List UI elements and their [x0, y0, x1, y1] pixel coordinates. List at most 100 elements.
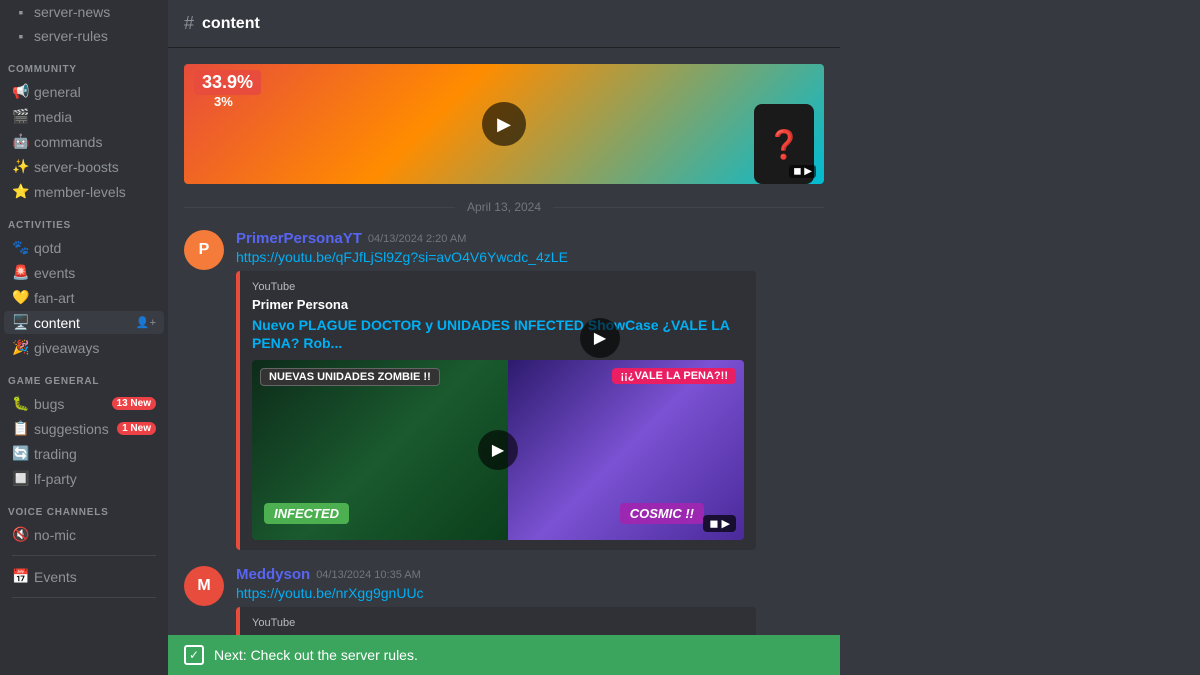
- message-content-meddyson: Meddyson 04/13/2024 10:35 AM https://you…: [236, 566, 824, 635]
- avatar-meddyson: M: [184, 566, 224, 606]
- channel-label: no-mic: [34, 527, 156, 543]
- channel-label: media: [34, 109, 156, 125]
- channel-label: member-levels: [34, 184, 156, 200]
- embed-meddyson: YouTube MeddysonTD I Got The NEW PLAGUE …: [236, 607, 756, 635]
- sidebar-channel-trading[interactable]: 🔄 trading: [4, 442, 164, 465]
- messages-area: 33.9% 3% ❓ ▶ ◼ ▶ April 13, 2024 P Primer…: [168, 48, 840, 635]
- section-voice: VOICE CHANNELS: [0, 491, 168, 522]
- channel-label: commands: [34, 134, 156, 150]
- trading-icon: 🔄: [12, 445, 30, 462]
- message-header-meddyson: Meddyson 04/13/2024 10:35 AM: [236, 566, 824, 583]
- embed-provider-primer: YouTube: [252, 281, 744, 293]
- embed-image-primer: NUEVAS UNIDADES ZOMBIE !! ¡¡¿VALE LA PEN…: [252, 360, 744, 540]
- sidebar-channel-bugs[interactable]: 🐛 bugs 13 New: [4, 392, 164, 415]
- events-bottom-icon: 📅: [12, 568, 30, 585]
- channel-label: server-news: [34, 4, 156, 20]
- embed-primer: YouTube Primer Persona Nuevo PLAGUE DOCT…: [236, 271, 756, 550]
- embed-play-button[interactable]: ▶: [478, 430, 518, 470]
- level-icon: ⭐: [12, 183, 30, 200]
- avatar-initials-meddyson: M: [197, 577, 210, 595]
- channel-label: fan-art: [34, 290, 156, 306]
- percentage-label: 33.9%: [194, 70, 261, 95]
- general-icon: 📢: [12, 83, 30, 100]
- vale-label: ¡¡¿VALE LA PENA?!!: [612, 368, 736, 384]
- username-meddyson: Meddyson: [236, 566, 310, 583]
- video-duration: ◼ ▶: [789, 165, 816, 178]
- sidebar-channel-giveaways[interactable]: 🎉 giveaways: [4, 336, 164, 359]
- date-label: April 13, 2024: [455, 200, 553, 214]
- sidebar-channel-events[interactable]: 🚨 events: [4, 261, 164, 284]
- channel-label: lf-party: [34, 471, 156, 487]
- sidebar-channel-fan-art[interactable]: 💛 fan-art: [4, 286, 164, 309]
- message-link-primer[interactable]: https://youtu.be/qFJfLjSl9Zg?si=avO4V6Yw…: [236, 249, 824, 265]
- section-activities: ACTIVITIES: [0, 204, 168, 235]
- sidebar-channel-events-bottom[interactable]: 📅 Events: [4, 565, 164, 588]
- message-group-meddyson: M Meddyson 04/13/2024 10:35 AM https://y…: [184, 566, 824, 635]
- sidebar-channel-general[interactable]: 📢 general: [4, 80, 164, 103]
- suggestions-icon: 📋: [12, 420, 30, 437]
- bugs-badge: 13 New: [112, 397, 156, 410]
- suggestions-badge: 1 New: [117, 422, 156, 435]
- sidebar-divider-1: [12, 555, 156, 556]
- channel-label: trading: [34, 446, 156, 462]
- channel-label: giveaways: [34, 340, 156, 356]
- sidebar-channel-media[interactable]: 🎬 media: [4, 105, 164, 128]
- sidebar-channel-member-levels[interactable]: ⭐ member-levels: [4, 180, 164, 203]
- cosmic-label: COSMIC !!: [620, 503, 704, 524]
- sidebar-divider-2: [12, 597, 156, 598]
- media-icon: 🎬: [12, 108, 30, 125]
- sidebar-channel-server-rules[interactable]: ▪ server-rules: [4, 25, 164, 47]
- channel-label: qotd: [34, 240, 156, 256]
- username-primer: PrimerPersonaYT: [236, 230, 362, 247]
- avatar-initials: P: [199, 241, 210, 259]
- no-mic-icon: 🔇: [12, 526, 30, 543]
- sidebar-channel-server-news[interactable]: ▪ server-news: [4, 1, 164, 23]
- sidebar-channel-suggestions[interactable]: 📋 suggestions 1 New: [4, 417, 164, 440]
- channel-label: content: [34, 315, 132, 331]
- message-group-primer: P PrimerPersonaYT 04/13/2024 2:20 AM htt…: [184, 230, 824, 550]
- timestamp-primer: 04/13/2024 2:20 AM: [368, 233, 466, 245]
- channel-label: Events: [34, 569, 156, 585]
- divider-line-right: [553, 207, 824, 208]
- channel-title: content: [202, 15, 260, 33]
- section-game-general: GAME GENERAL: [0, 360, 168, 391]
- content-icon: 🖥️: [12, 314, 30, 331]
- add-user-icon: 👤+: [136, 316, 156, 329]
- bottom-notification-bar[interactable]: ✓ Next: Check out the server rules.: [168, 635, 840, 675]
- section-community: COMMUNITY: [0, 48, 168, 79]
- sidebar-channel-commands[interactable]: 🤖 commands: [4, 130, 164, 153]
- top-scroll-image: 33.9% 3% ❓ ▶ ◼ ▶: [184, 64, 824, 184]
- message-header-primer: PrimerPersonaYT 04/13/2024 2:20 AM: [236, 230, 824, 247]
- boost-icon: ✨: [12, 158, 30, 175]
- infected-label: INFECTED: [264, 503, 349, 524]
- message-content-primer: PrimerPersonaYT 04/13/2024 2:20 AM https…: [236, 230, 824, 550]
- embed-title-primer[interactable]: Nuevo PLAGUE DOCTOR y UNIDADES INFECTED …: [252, 316, 744, 352]
- fanart-icon: 💛: [12, 289, 30, 306]
- channel-label: server-rules: [34, 28, 156, 44]
- message-link-meddyson[interactable]: https://youtu.be/nrXgg9gnUUc: [236, 585, 824, 601]
- play-button[interactable]: ▶: [482, 102, 526, 146]
- channel-label: general: [34, 84, 156, 100]
- right-panel: [840, 0, 1200, 675]
- header-hash-icon: #: [184, 13, 194, 34]
- sidebar-channel-qotd[interactable]: 🐾 qotd: [4, 236, 164, 259]
- notification-icon: ✓: [184, 645, 204, 665]
- channel-header: # content: [168, 0, 840, 48]
- nuevas-label: NUEVAS UNIDADES ZOMBIE !!: [260, 368, 440, 386]
- avatar-primer: P: [184, 230, 224, 270]
- video-overlay: ◼ ▶: [703, 515, 736, 532]
- qotd-icon: 🐾: [12, 239, 30, 256]
- commands-icon: 🤖: [12, 133, 30, 150]
- sidebar: ▪ server-news ▪ server-rules COMMUNITY 📢…: [0, 0, 168, 675]
- sidebar-channel-lf-party[interactable]: 🔲 lf-party: [4, 467, 164, 490]
- divider-line-left: [184, 207, 455, 208]
- channel-label: events: [34, 265, 156, 281]
- embed-provider-meddyson: YouTube: [252, 617, 744, 629]
- sidebar-channel-server-boosts[interactable]: ✨ server-boosts: [4, 155, 164, 178]
- sidebar-channel-no-mic[interactable]: 🔇 no-mic: [4, 523, 164, 546]
- hash-icon: ▪: [12, 28, 30, 44]
- hash-icon: ▪: [12, 4, 30, 20]
- date-divider: April 13, 2024: [184, 200, 824, 214]
- channel-label: suggestions: [34, 421, 113, 437]
- sidebar-channel-content[interactable]: 🖥️ content 👤+: [4, 311, 164, 334]
